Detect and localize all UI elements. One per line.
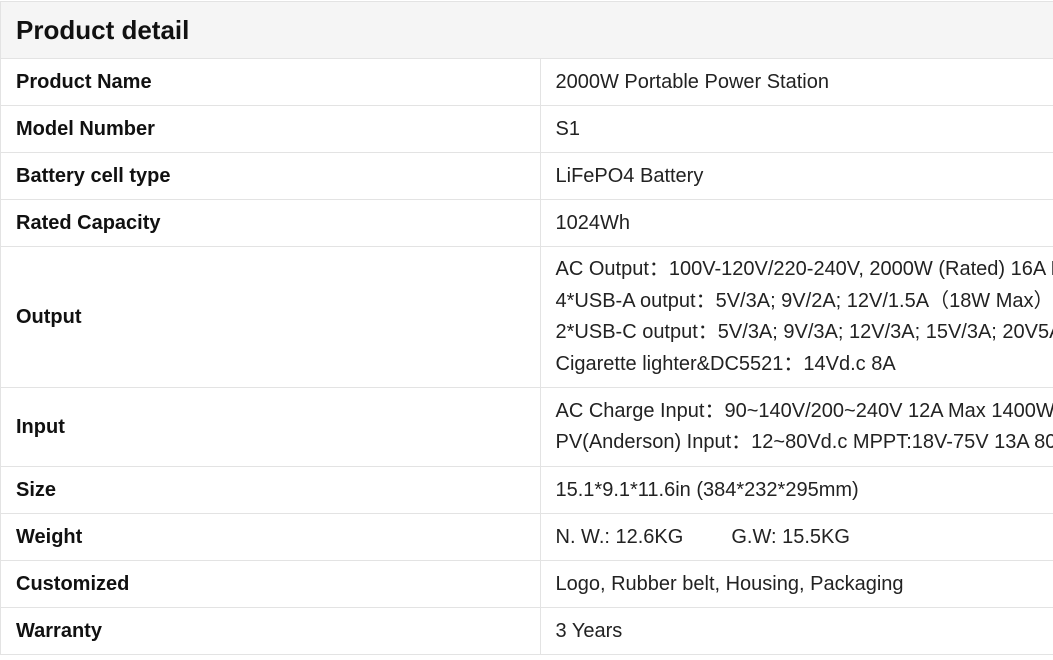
row-value: LiFePO4 Battery (539, 152, 1053, 200)
table-row-customized: Customized Logo, Rubber belt, Housing, P… (0, 560, 1053, 608)
row-label: Weight (0, 513, 541, 561)
row-label: Product Name (0, 58, 541, 106)
row-value-multiline: AC Output：100V-120V/220-240V, 2000W (Rat… (539, 246, 1053, 388)
product-detail-panel: Product detail Product Name 2000W Portab… (0, 0, 1053, 660)
row-value: S1 (539, 105, 1053, 153)
table-row-input: Input AC Charge Input：90~140V/200~240V 1… (0, 387, 1053, 467)
table-row-weight: Weight N. W.: 12.6KG G.W: 15.5KG (0, 513, 1053, 561)
input-line-ac: AC Charge Input：90~140V/200~240V 12A Max… (555, 399, 1053, 422)
row-label: Output (0, 246, 541, 388)
table-row-rated-capacity: Rated Capacity 1024Wh (0, 199, 1053, 247)
row-label: Model Number (0, 105, 541, 153)
row-label: Input (0, 387, 541, 467)
row-label: Warranty (0, 607, 541, 655)
net-weight: N. W.: 12.6KG (555, 525, 684, 548)
product-detail-table: Product detail Product Name 2000W Portab… (0, 1, 1053, 655)
table-row-size: Size 15.1*9.1*11.6in (384*232*295mm) (0, 466, 1053, 514)
gross-weight: G.W: 15.5KG (731, 525, 850, 548)
row-label: Battery cell type (0, 152, 541, 200)
table-title: Product detail (0, 1, 1053, 59)
table-title-row: Product detail (0, 1, 1053, 59)
output-line-usb-a: 4*USB-A output：5V/3A; 9V/2A; 12V/1.5A（18… (555, 289, 1053, 312)
row-label: Customized (0, 560, 541, 608)
output-line-usb-c: 2*USB-C output：5V/3A; 9V/3A; 12V/3A; 15V… (555, 321, 1053, 343)
row-value: Logo, Rubber belt, Housing, Packaging (539, 560, 1053, 608)
table-row-battery-cell-type: Battery cell type LiFePO4 Battery (0, 152, 1053, 200)
row-label: Size (0, 466, 541, 514)
row-value: 3 Years (539, 607, 1053, 655)
row-value-multiline: AC Charge Input：90~140V/200~240V 12A Max… (539, 387, 1053, 467)
table-row-warranty: Warranty 3 Years (0, 607, 1053, 655)
output-line-ac: AC Output：100V-120V/220-240V, 2000W (Rat… (555, 258, 1053, 280)
table-row-output: Output AC Output：100V-120V/220-240V, 200… (0, 246, 1053, 388)
table-row-product-name: Product Name 2000W Portable Power Statio… (0, 58, 1053, 106)
row-value: 15.1*9.1*11.6in (384*232*295mm) (539, 466, 1053, 514)
table-row-model-number: Model Number S1 (0, 105, 1053, 153)
row-value: 2000W Portable Power Station (539, 58, 1053, 106)
row-label: Rated Capacity (0, 199, 541, 247)
output-line-cigarette: Cigarette lighter&DC5521：14Vd.c 8A (555, 352, 896, 375)
row-value: N. W.: 12.6KG G.W: 15.5KG (539, 513, 1053, 561)
input-line-pv: PV(Anderson) Input：12~80Vd.c MPPT:18V-75… (555, 431, 1053, 453)
row-value: 1024Wh (539, 199, 1053, 247)
